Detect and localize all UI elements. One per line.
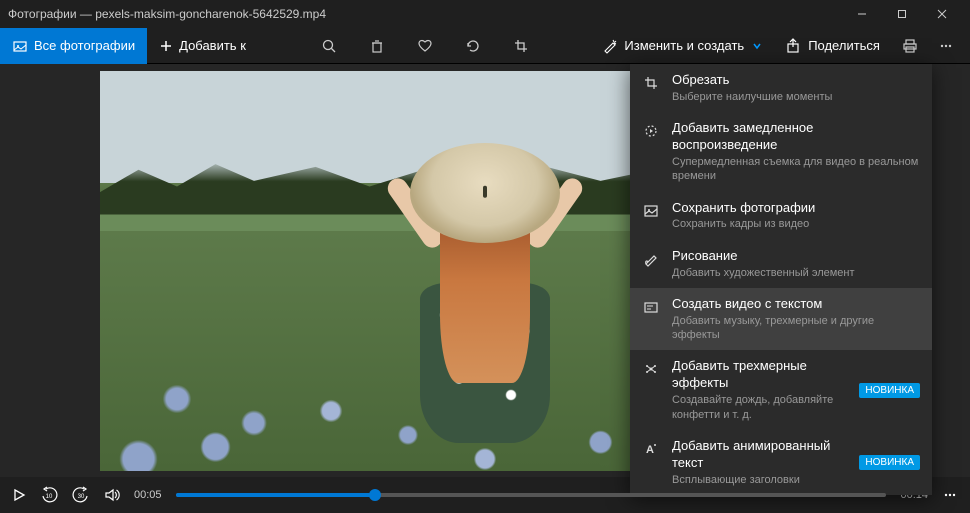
content-area: ОбрезатьВыберите наилучшие моментыДобави… bbox=[0, 64, 970, 477]
add-to-label: Добавить к bbox=[179, 38, 246, 53]
edit-create-button[interactable]: Изменить и создать bbox=[592, 30, 772, 62]
menu-item-subtitle: Сохранить кадры из видео bbox=[672, 217, 920, 231]
photos-icon bbox=[12, 38, 28, 54]
playbar-more-button[interactable] bbox=[942, 487, 958, 503]
menu-item-subtitle: Добавить художественный элемент bbox=[672, 266, 920, 280]
menu-item-subtitle: Выберите наилучшие моменты bbox=[672, 90, 920, 104]
menu-item-title: Рисование bbox=[672, 248, 920, 265]
new-badge: НОВИНКА bbox=[859, 455, 920, 470]
menu-item-subtitle: Всплывающие заголовки bbox=[672, 473, 841, 487]
new-badge: НОВИНКА bbox=[859, 383, 920, 398]
slowmo-icon bbox=[642, 122, 660, 140]
all-photos-label: Все фотографии bbox=[34, 38, 135, 53]
menu-item-title: Добавить анимированный текст bbox=[672, 438, 841, 472]
share-icon bbox=[786, 38, 802, 54]
crop-button[interactable] bbox=[505, 30, 537, 62]
window-title: Фотографии — pexels-maksim-goncharenok-5… bbox=[8, 7, 842, 21]
share-button[interactable]: Поделиться bbox=[776, 30, 890, 62]
menu-item-video-text[interactable]: Создать видео с текстомДобавить музыку, … bbox=[630, 288, 932, 350]
menu-item-subtitle: Создавайте дождь, добавляйте конфетти и … bbox=[672, 393, 841, 422]
toolbar: Все фотографии Добавить к Изменить и соз… bbox=[0, 28, 970, 64]
save-photo-icon bbox=[642, 202, 660, 220]
menu-item-title: Сохранить фотографии bbox=[672, 200, 920, 217]
crop-icon bbox=[642, 74, 660, 92]
rotate-button[interactable] bbox=[457, 30, 489, 62]
menu-item-subtitle: Супермедленная съемка для видео в реальн… bbox=[672, 155, 920, 184]
video-text-icon bbox=[642, 298, 660, 316]
menu-item-crop[interactable]: ОбрезатьВыберите наилучшие моменты bbox=[630, 64, 932, 112]
share-label: Поделиться bbox=[808, 38, 880, 53]
menu-item-3d[interactable]: Добавить трехмерные эффектыСоздавайте до… bbox=[630, 350, 932, 429]
right-tools: Изменить и создать Поделиться bbox=[592, 30, 970, 62]
center-tools bbox=[313, 30, 537, 62]
anim-text-icon: A bbox=[642, 440, 660, 458]
menu-item-subtitle: Добавить музыку, трехмерные и другие эфф… bbox=[672, 314, 920, 343]
delete-button[interactable] bbox=[361, 30, 393, 62]
more-button[interactable] bbox=[930, 30, 962, 62]
edit-create-menu: ОбрезатьВыберите наилучшие моментыДобави… bbox=[630, 64, 932, 495]
svg-text:30: 30 bbox=[78, 494, 85, 500]
menu-item-slowmo[interactable]: Добавить замедленное воспроизведениеСупе… bbox=[630, 112, 932, 191]
zoom-button[interactable] bbox=[313, 30, 345, 62]
svg-text:10: 10 bbox=[46, 494, 53, 500]
menu-item-title: Добавить замедленное воспроизведение bbox=[672, 120, 920, 154]
seek-thumb[interactable] bbox=[369, 489, 381, 501]
volume-button[interactable] bbox=[104, 487, 120, 503]
seek-fill bbox=[176, 493, 375, 497]
menu-item-anim-text[interactable]: A Добавить анимированный текстВсплывающие… bbox=[630, 430, 932, 495]
3d-icon bbox=[642, 360, 660, 378]
magic-icon bbox=[602, 38, 618, 54]
draw-icon bbox=[642, 250, 660, 268]
favorite-button[interactable] bbox=[409, 30, 441, 62]
all-photos-button[interactable]: Все фотографии bbox=[0, 28, 147, 64]
print-button[interactable] bbox=[894, 30, 926, 62]
plus-icon bbox=[159, 39, 173, 53]
chevron-down-icon bbox=[752, 41, 762, 51]
maximize-button[interactable] bbox=[882, 0, 922, 28]
edit-create-label: Изменить и создать bbox=[624, 38, 744, 53]
titlebar: Фотографии — pexels-maksim-goncharenok-5… bbox=[0, 0, 970, 28]
menu-item-draw[interactable]: РисованиеДобавить художественный элемент bbox=[630, 240, 932, 288]
skip-forward-button[interactable]: 30 bbox=[72, 486, 90, 504]
menu-item-title: Добавить трехмерные эффекты bbox=[672, 358, 841, 392]
close-button[interactable] bbox=[922, 0, 962, 28]
skip-back-button[interactable]: 10 bbox=[40, 486, 58, 504]
play-button[interactable] bbox=[12, 488, 26, 502]
minimize-button[interactable] bbox=[842, 0, 882, 28]
menu-item-title: Обрезать bbox=[672, 72, 920, 89]
add-to-button[interactable]: Добавить к bbox=[147, 28, 258, 64]
seek-bar[interactable] bbox=[176, 493, 887, 497]
time-current: 00:05 bbox=[134, 489, 162, 501]
menu-item-title: Создать видео с текстом bbox=[672, 296, 920, 313]
svg-text:A: A bbox=[646, 444, 654, 456]
menu-item-save-photo[interactable]: Сохранить фотографииСохранить кадры из в… bbox=[630, 192, 932, 240]
